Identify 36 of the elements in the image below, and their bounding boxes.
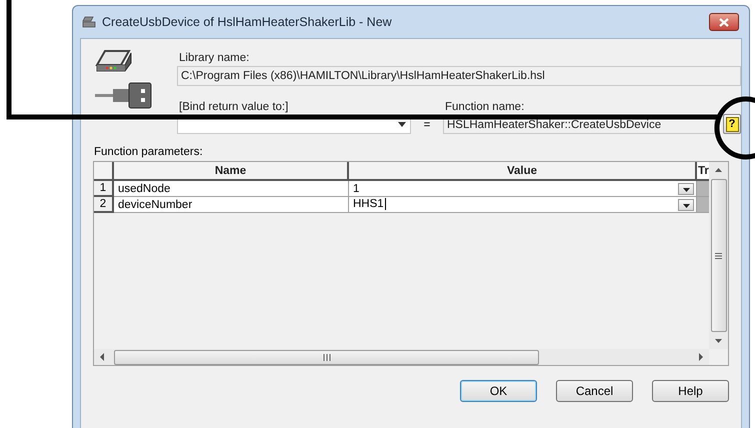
column-header[interactable]: Tr: [697, 162, 709, 181]
grip-icon: [715, 252, 722, 258]
row-number: 1: [94, 181, 114, 197]
scroll-thumb[interactable]: [710, 179, 726, 332]
value-cell[interactable]: HHS1: [349, 197, 697, 213]
dropdown-button[interactable]: [678, 182, 694, 194]
cell-value: 1: [353, 182, 360, 194]
column-header[interactable]: Name: [114, 162, 349, 181]
app-icon: [82, 16, 96, 28]
dialog-button[interactable]: OK: [460, 380, 537, 402]
table-cell: usedNode: [114, 181, 349, 197]
help-button[interactable]: ?: [723, 114, 741, 134]
cell-value: HHS1: [353, 198, 386, 211]
library-label: Library name:: [179, 52, 250, 64]
dropdown-button[interactable]: [678, 198, 694, 210]
dropdown-icon: [682, 204, 690, 208]
close-button[interactable]: [709, 13, 739, 31]
grip-icon: [322, 354, 330, 360]
table-cell: deviceNumber: [114, 197, 349, 213]
library-field: C:\Program Files (x86)\HAMILTON\Library\HslHamHeaterShakerLib.hsl: [177, 66, 741, 86]
dropdown-icon: [682, 188, 690, 192]
close-icon: [719, 18, 729, 26]
dialog-button[interactable]: Help: [652, 380, 729, 402]
vertical-scrollbar[interactable]: [709, 162, 728, 349]
value-cell[interactable]: 1: [349, 181, 697, 197]
row-number: 2: [94, 197, 114, 213]
dropdown-icon: [398, 122, 406, 127]
horizontal-scrollbar[interactable]: [94, 349, 709, 365]
scroll-thumb[interactable]: [114, 350, 539, 364]
column-header[interactable]: Value: [349, 162, 697, 181]
dialog-button[interactable]: Cancel: [556, 380, 633, 402]
bind-label: [Bind return value to:]: [179, 101, 290, 113]
window-title: CreateUsbDevice of HslHamHeaterShakerLib - New: [102, 15, 393, 29]
function-label: Function name:: [445, 101, 526, 113]
equals-sign: =: [422, 119, 432, 131]
parameters-label: Function parameters:: [94, 146, 204, 158]
